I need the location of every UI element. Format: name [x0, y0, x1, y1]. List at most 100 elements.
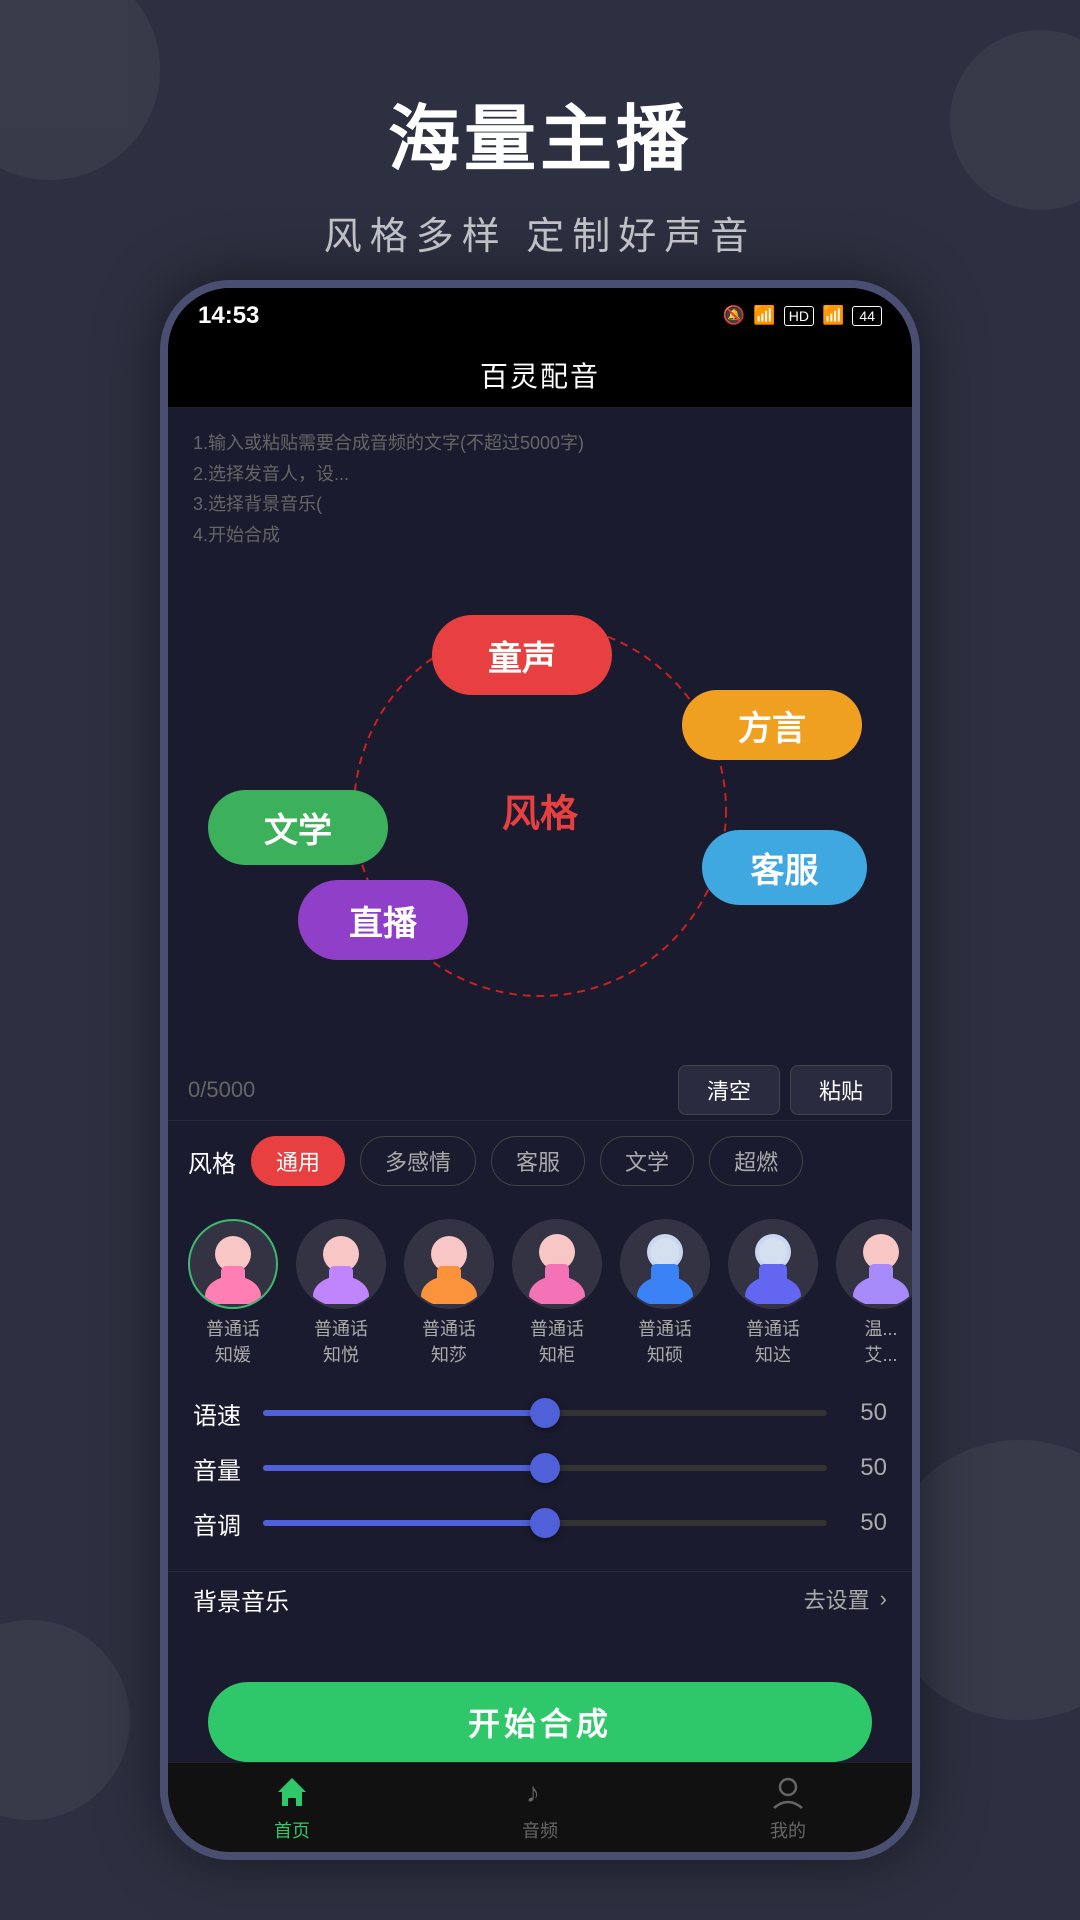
pitch-slider-thumb[interactable] [530, 1508, 560, 1538]
nav-label-home: 首页 [274, 1817, 310, 1843]
voice-label-zhida: 普通话知达 [746, 1317, 800, 1367]
voice-label-zhisha: 普通话知莎 [422, 1317, 476, 1367]
speed-slider-thumb[interactable] [530, 1398, 560, 1428]
voice-item-wen[interactable]: 温...艾... [836, 1219, 912, 1367]
avatar-svg-zhigui [517, 1224, 597, 1304]
style-tag-wenxue[interactable]: 文学 [600, 1136, 694, 1186]
status-icons: 🔕 📶 HD 📶 44 [723, 305, 882, 326]
app-header: 百灵配音 [168, 343, 912, 408]
pitch-value: 50 [842, 1509, 887, 1537]
avatar-zhigui [512, 1219, 602, 1309]
user-icon [768, 1772, 808, 1812]
style-filter-row: 风格 通用 多感情 客服 文学 超燃 [188, 1136, 892, 1186]
battery-icon: 44 [852, 306, 882, 326]
bg-music-action[interactable]: 去设置 › [804, 1583, 887, 1615]
instruction-line-2: 2.选择发音人，设... [193, 459, 887, 490]
speed-value: 50 [842, 1399, 887, 1427]
bubble-tongsheng[interactable]: 童声 [432, 615, 612, 695]
speed-slider-fill [263, 1410, 545, 1416]
home-icon [272, 1772, 312, 1812]
wifi-icon: 📶 [753, 305, 775, 326]
style-tag-tongyong[interactable]: 通用 [251, 1136, 345, 1186]
bg-music-label: 背景音乐 [193, 1582, 289, 1617]
user-svg [770, 1774, 806, 1810]
sliders-section: 语速 50 音量 50 [168, 1386, 912, 1571]
nav-label-profile: 我的 [770, 1817, 806, 1843]
signal-icon: 📶 [822, 305, 844, 326]
bg-music-row: 背景音乐 去设置 › [168, 1571, 912, 1627]
speed-slider-track[interactable] [263, 1410, 827, 1416]
avatar-svg-zhisha [409, 1224, 489, 1304]
avatar-svg-wen [841, 1224, 912, 1304]
pitch-slider-fill [263, 1520, 545, 1526]
avatar-zhisha [404, 1219, 494, 1309]
page-sub-title: 风格多样 定制好声音 [0, 205, 1080, 260]
status-bar: 14:53 🔕 📶 HD 📶 44 [168, 288, 912, 343]
avatar-svg-zhiyuan [193, 1224, 273, 1304]
bubble-zhibo[interactable]: 直播 [298, 880, 468, 960]
bubble-kefu[interactable]: 客服 [702, 830, 867, 905]
clear-button[interactable]: 清空 [678, 1065, 780, 1115]
avatar-zhishuo [620, 1219, 710, 1309]
pitch-label: 音调 [193, 1506, 248, 1541]
avatar-svg-zhishuo [625, 1224, 705, 1304]
style-tag-duoganqing[interactable]: 多感情 [360, 1136, 476, 1186]
speed-label: 语速 [193, 1396, 248, 1431]
status-time: 14:53 [198, 302, 259, 330]
volume-slider-thumb[interactable] [530, 1453, 560, 1483]
avatar-wen [836, 1219, 912, 1309]
app-content: 1.输入或粘贴需要合成音频的文字(不超过5000字) 2.选择发音人，设... … [168, 408, 912, 1762]
bubble-fangyan[interactable]: 方言 [682, 690, 862, 760]
voice-label-zhigui: 普通话知柜 [530, 1317, 584, 1367]
instruction-line-1: 1.输入或粘贴需要合成音频的文字(不超过5000字) [193, 428, 887, 459]
volume-slider-track[interactable] [263, 1465, 827, 1471]
voice-avatars-row: 普通话知媛 普通话知悦 [168, 1201, 912, 1385]
bg-music-action-label: 去设置 [804, 1583, 870, 1615]
nav-item-profile[interactable]: 我的 [768, 1772, 808, 1843]
pitch-slider-row: 音调 50 [193, 1506, 887, 1541]
style-filter-bar: 风格 通用 多感情 客服 文学 超燃 [168, 1120, 912, 1201]
instruction-line-4: 4.开始合成 [193, 520, 887, 551]
style-tag-kefu[interactable]: 客服 [491, 1136, 585, 1186]
voice-item-zhishuo[interactable]: 普通话知硕 [620, 1219, 710, 1367]
voice-item-zhisha[interactable]: 普通话知莎 [404, 1219, 494, 1367]
volume-slider-fill [263, 1465, 545, 1471]
app-title: 百灵配音 [480, 355, 600, 395]
voice-item-zhida[interactable]: 普通话知达 [728, 1219, 818, 1367]
phone-frame: 14:53 🔕 📶 HD 📶 44 百灵配音 1.输入或粘贴需要合成音频的文字(… [160, 280, 920, 1860]
pitch-slider-track[interactable] [263, 1520, 827, 1526]
char-counter: 0/5000 [188, 1077, 255, 1103]
avatar-svg-zhiyue [301, 1224, 381, 1304]
bubble-wenxue[interactable]: 文学 [208, 790, 388, 865]
volume-value: 50 [842, 1454, 887, 1482]
synthesize-button[interactable]: 开始合成 [208, 1682, 872, 1762]
center-style-label: 风格 [502, 783, 578, 838]
instructions-block: 1.输入或粘贴需要合成音频的文字(不超过5000字) 2.选择发音人，设... … [168, 408, 912, 560]
avatar-zhida [728, 1219, 818, 1309]
nav-label-audio: 音频 [522, 1817, 558, 1843]
voice-item-zhiyue[interactable]: 普通话知悦 [296, 1219, 386, 1367]
paste-button[interactable]: 粘贴 [790, 1065, 892, 1115]
voice-item-zhiyuan[interactable]: 普通话知媛 [188, 1219, 278, 1367]
header-section: 海量主播 风格多样 定制好声音 [0, 0, 1080, 260]
avatar-zhiyuan [188, 1219, 278, 1309]
volume-slider-row: 音量 50 [193, 1451, 887, 1486]
page-main-title: 海量主播 [0, 80, 1080, 185]
circle-diagram: 风格 童声 方言 文学 客服 直播 [168, 560, 912, 1060]
nav-item-home[interactable]: 首页 [272, 1772, 312, 1843]
music-svg: ♪ [522, 1774, 558, 1810]
nav-item-audio[interactable]: ♪ 音频 [520, 1772, 560, 1843]
speed-slider-row: 语速 50 [193, 1396, 887, 1431]
bottom-action-area: 开始合成 [168, 1682, 912, 1762]
voice-label-zhiyuan: 普通话知媛 [206, 1317, 260, 1367]
voice-item-zhigui[interactable]: 普通话知柜 [512, 1219, 602, 1367]
home-svg [274, 1774, 310, 1810]
hd-badge: HD [784, 306, 814, 326]
chevron-right-icon: › [880, 1586, 887, 1612]
style-tag-chaoran[interactable]: 超燃 [709, 1136, 803, 1186]
mute-icon: 🔕 [723, 305, 745, 326]
bottom-nav: 首页 ♪ 音频 我的 [168, 1762, 912, 1852]
voice-label-zhishuo: 普通话知硕 [638, 1317, 692, 1367]
volume-label: 音量 [193, 1451, 248, 1486]
bg-decoration-4 [0, 1620, 130, 1820]
